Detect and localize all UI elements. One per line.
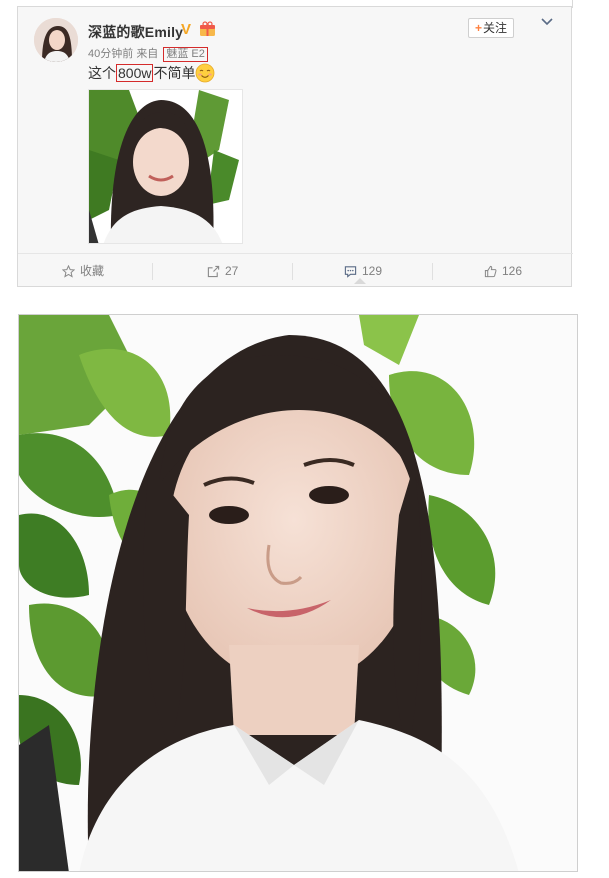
follow-label: 关注 <box>483 21 508 35</box>
divider-line <box>572 0 573 8</box>
like-button[interactable]: 126 <box>484 254 522 288</box>
post-text-before: 这个 <box>88 65 116 81</box>
post-text-after: 不简单 <box>153 65 196 81</box>
repost-button[interactable]: 27 <box>207 254 238 288</box>
post-source[interactable]: 魅蓝 E2 <box>163 47 208 62</box>
thumbs-up-icon <box>484 265 497 277</box>
post-text: 这个 800w 不简单 <box>88 63 195 83</box>
follow-button[interactable]: +关注 <box>468 18 514 38</box>
repost-icon <box>207 265 220 277</box>
comment-pointer <box>354 278 366 284</box>
weibo-post-card: 深蓝的歌Emily V +关注 40分钟前 来自 魅蓝 E2 这个 800w 不简单 <box>17 6 573 287</box>
from-label: 来自 <box>136 48 159 60</box>
divider <box>432 263 433 280</box>
star-icon <box>62 264 75 278</box>
enlarged-photo[interactable] <box>18 314 578 872</box>
post-meta: 40分钟前 来自 魅蓝 E2 <box>88 45 208 62</box>
smile-emoji-icon <box>195 63 215 83</box>
plus-icon: + <box>474 21 482 35</box>
comment-icon <box>344 265 357 278</box>
repost-count: 27 <box>225 263 239 278</box>
gift-icon[interactable] <box>199 21 216 37</box>
verified-icon: V <box>181 21 192 38</box>
post-text-highlight: 800w <box>116 64 154 82</box>
post-image-thumbnail[interactable] <box>88 89 243 244</box>
username[interactable]: 深蓝的歌Emily <box>88 22 183 42</box>
post-time[interactable]: 40分钟前 <box>88 48 133 60</box>
chevron-down-icon[interactable] <box>540 17 554 27</box>
action-bar: 收藏 27 129 126 <box>18 253 573 287</box>
divider <box>292 263 293 280</box>
avatar[interactable] <box>34 18 78 62</box>
divider <box>152 263 153 280</box>
favorite-label: 收藏 <box>80 263 105 278</box>
favorite-button[interactable]: 收藏 <box>62 254 104 288</box>
like-count: 126 <box>502 263 523 278</box>
